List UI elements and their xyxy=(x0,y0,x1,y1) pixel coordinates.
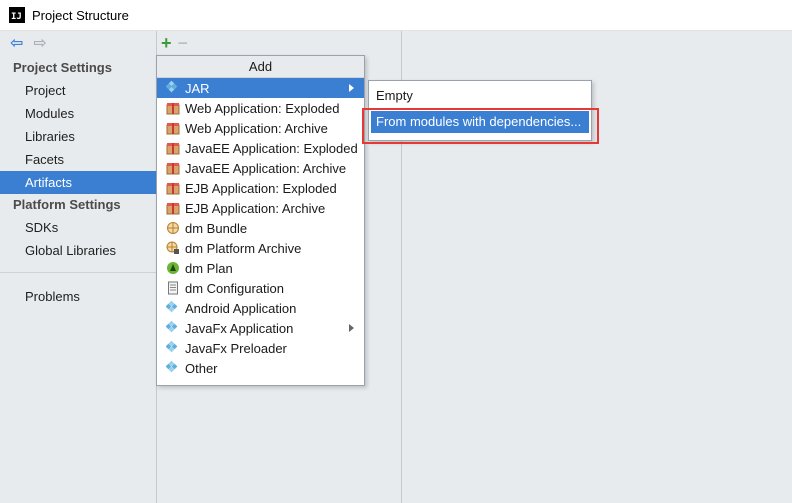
package-icon xyxy=(166,181,180,195)
menu-item-android-application[interactable]: Android Application xyxy=(157,298,364,318)
menu-item-label: JavaFx Application xyxy=(185,320,294,336)
arrow-right-icon[interactable]: ⇨ xyxy=(33,36,46,52)
menu-item-javaee-application-archive[interactable]: JavaEE Application: Archive xyxy=(157,158,364,178)
arrow-left-icon[interactable]: ⇦ xyxy=(10,36,23,52)
add-button[interactable]: + xyxy=(161,34,172,52)
bundle-icon xyxy=(166,221,180,235)
menu-item-web-application-exploded[interactable]: Web Application: Exploded xyxy=(157,98,364,118)
package-icon xyxy=(166,101,180,115)
menu-item-dm-platform-archive[interactable]: dm Platform Archive xyxy=(157,238,364,258)
menu-item-label: JavaEE Application: Exploded xyxy=(185,140,358,156)
package-icon xyxy=(166,201,180,215)
menu-item-label: JavaFx Preloader xyxy=(185,340,287,356)
submenu-arrow-icon xyxy=(349,324,354,332)
menu-item-label: dm Bundle xyxy=(185,220,248,236)
remove-button[interactable]: − xyxy=(178,34,189,52)
menu-item-ejb-application-exploded[interactable]: EJB Application: Exploded xyxy=(157,178,364,198)
menu-item-label: dm Configuration xyxy=(185,280,284,296)
sidebar-item-libraries[interactable]: Libraries xyxy=(0,125,156,148)
menu-item-label: Android Application xyxy=(185,300,297,316)
menu-item-label: EJB Application: Exploded xyxy=(185,180,337,196)
menu-item-label: dm Plan xyxy=(185,260,233,276)
sidebar-item-artifacts[interactable]: Artifacts xyxy=(0,171,156,194)
submenu-item-empty[interactable]: Empty xyxy=(369,85,591,107)
nav-buttons: ⇦ ⇨ xyxy=(0,31,156,57)
sidebar-item-problems[interactable]: Problems xyxy=(0,285,156,308)
package-icon xyxy=(166,141,180,155)
menu-item-dm-bundle[interactable]: dm Bundle xyxy=(157,218,364,238)
sidebar-item-facets[interactable]: Facets xyxy=(0,148,156,171)
bundle-lock-icon xyxy=(166,241,180,255)
artifact-diamond-icon xyxy=(166,341,180,355)
package-icon xyxy=(166,121,180,135)
menu-item-label: JAR xyxy=(185,80,210,96)
plan-icon xyxy=(166,261,180,275)
sidebar-item-modules[interactable]: Modules xyxy=(0,102,156,125)
menu-item-javaee-application-exploded[interactable]: JavaEE Application: Exploded xyxy=(157,138,364,158)
document-icon xyxy=(166,281,180,295)
add-artifact-menu: Add JAR Web Application: Exploded Web Ap… xyxy=(156,55,365,386)
menu-item-label: dm Platform Archive xyxy=(185,240,302,256)
menu-item-dm-plan[interactable]: dm Plan xyxy=(157,258,364,278)
menu-item-label: Other xyxy=(185,360,218,376)
sidebar-divider xyxy=(0,272,156,273)
section-platform-settings: Platform Settings xyxy=(13,197,121,212)
highlight-annotation-box xyxy=(362,108,599,144)
sidebar-item-sdks[interactable]: SDKs xyxy=(0,216,156,239)
sidebar-item-global-libraries[interactable]: Global Libraries xyxy=(0,239,156,262)
artifact-diamond-icon xyxy=(166,361,180,375)
menu-item-web-application-archive[interactable]: Web Application: Archive xyxy=(157,118,364,138)
menu-item-other[interactable]: Other xyxy=(157,358,364,378)
artifact-diamond-icon xyxy=(166,321,180,335)
settings-sidebar: ⇦ ⇨ Project Settings Project Modules Lib… xyxy=(0,31,157,503)
menu-item-label: EJB Application: Archive xyxy=(185,200,326,216)
artifact-diamond-icon xyxy=(166,301,180,315)
menu-item-jar[interactable]: JAR xyxy=(157,78,364,98)
submenu-arrow-icon xyxy=(349,84,354,92)
section-project-settings: Project Settings xyxy=(13,60,112,75)
artifacts-toolbar: + − xyxy=(157,31,401,55)
artifact-diamond-icon xyxy=(166,81,180,95)
menu-item-ejb-application-archive[interactable]: EJB Application: Archive xyxy=(157,198,364,218)
menu-item-dm-configuration[interactable]: dm Configuration xyxy=(157,278,364,298)
menu-item-label: JavaEE Application: Archive xyxy=(185,160,347,176)
intellij-logo-icon: IJ xyxy=(9,7,25,23)
menu-header: Add xyxy=(157,56,364,78)
menu-item-label: Web Application: Archive xyxy=(185,120,328,136)
menu-item-javafx-preloader[interactable]: JavaFx Preloader xyxy=(157,338,364,358)
title-bar: IJ Project Structure xyxy=(0,0,792,31)
package-icon xyxy=(166,161,180,175)
sidebar-item-project[interactable]: Project xyxy=(0,79,156,102)
window-title: Project Structure xyxy=(32,7,129,23)
menu-item-label: Web Application: Exploded xyxy=(185,100,340,116)
menu-item-javafx-application[interactable]: JavaFx Application xyxy=(157,318,364,338)
